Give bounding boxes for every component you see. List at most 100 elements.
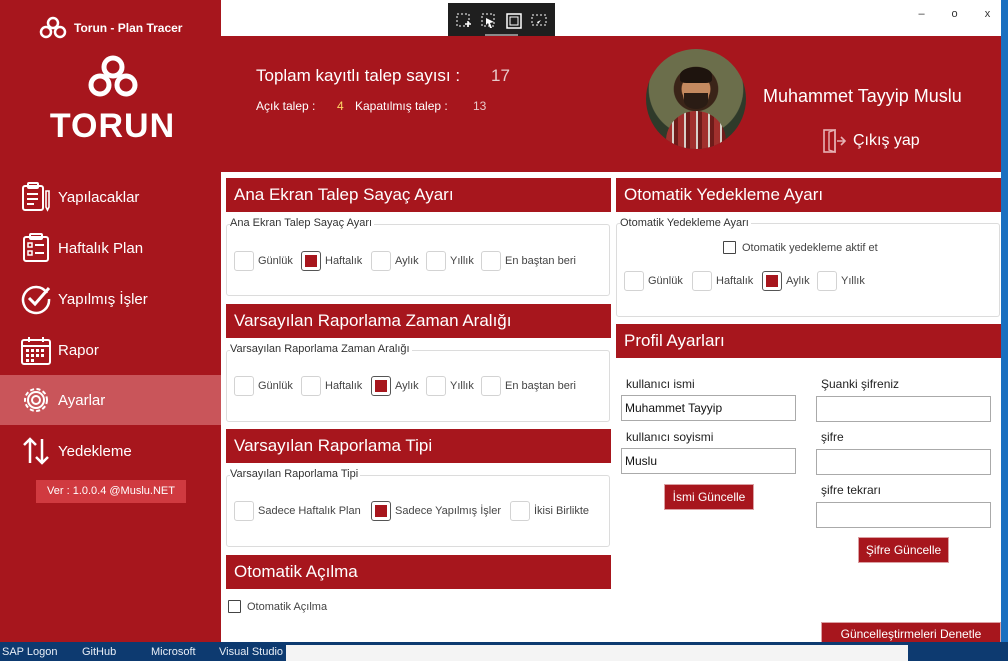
sidebar-item-yedekleme[interactable]: Yedekleme — [0, 426, 221, 476]
checkbox[interactable] — [481, 376, 501, 396]
new-snip-icon[interactable] — [455, 12, 473, 30]
report-range-option-all-time[interactable]: En baştan beri — [481, 376, 576, 396]
option-label: Aylık — [395, 380, 419, 392]
report-type-group-label: Varsayılan Raporlama Tipi — [230, 468, 361, 480]
version-badge: Ver : 1.0.0.4 @Muslu.NET — [36, 480, 186, 503]
counter-option-monthly[interactable]: Aylık — [371, 251, 419, 271]
backup-option-daily[interactable]: Günlük — [624, 271, 683, 291]
up-down-arrows-icon — [23, 437, 49, 465]
password-repeat-field[interactable] — [816, 502, 991, 528]
backup-option-weekly[interactable]: Haftalık — [692, 271, 753, 291]
report-range-option-monthly[interactable]: Aylık — [371, 376, 419, 396]
checkbox[interactable] — [817, 271, 837, 291]
report-type-option-done-work[interactable]: Sadece Yapılmış İşler — [371, 501, 501, 521]
logout-button[interactable]: Çıkış yap — [821, 128, 920, 154]
counter-settings-group-label: Ana Ekran Talep Sayaç Ayarı — [230, 217, 375, 229]
sidebar-item-yapilmis-isler[interactable]: Yapılmış İşler — [0, 274, 221, 324]
window-snip-icon[interactable] — [505, 12, 523, 30]
desktop-background-edge — [1001, 0, 1008, 661]
freeform-snip-icon[interactable] — [480, 12, 498, 30]
update-name-button[interactable]: İsmi Güncelle — [664, 484, 754, 510]
first-name-label: kullanıcı ismi — [626, 377, 695, 391]
backup-option-monthly[interactable]: Aylık — [762, 271, 810, 291]
total-requests-label: Toplam kayıtlı talep sayısı : — [256, 66, 461, 85]
brand-logo: TORUN — [40, 54, 185, 146]
close-button[interactable]: x — [971, 8, 1001, 20]
checkbox[interactable] — [510, 501, 530, 521]
checkbox[interactable] — [228, 600, 241, 613]
app-window: Torun - Plan Tracer TORUN Yapılacaklar H… — [0, 0, 1001, 648]
backup-option-yearly[interactable]: Yıllık — [817, 271, 865, 291]
checkbox[interactable] — [723, 241, 736, 254]
counter-option-weekly[interactable]: Haftalık — [301, 251, 362, 271]
torun-logo-icon — [88, 55, 137, 97]
option-label: Haftalık — [325, 380, 363, 392]
checkbox[interactable] — [692, 271, 712, 291]
closed-requests-value: 13 — [473, 99, 487, 113]
sidebar-item-label: Rapor — [58, 341, 99, 359]
maximize-button[interactable]: o — [938, 8, 971, 20]
checkbox[interactable] — [481, 251, 501, 271]
calendar-icon — [21, 337, 51, 365]
window-controls: – o x — [905, 8, 1001, 20]
checkbox[interactable] — [301, 376, 321, 396]
backup-settings-group — [616, 223, 1000, 317]
profile-settings-title: Profil Ayarları — [616, 324, 1001, 358]
app-title: Torun - Plan Tracer — [74, 21, 183, 35]
checkbox[interactable] — [234, 251, 254, 271]
last-name-field[interactable] — [621, 448, 796, 474]
counter-option-all-time[interactable]: En baştan beri — [481, 251, 576, 271]
counter-option-yearly[interactable]: Yıllık — [426, 251, 474, 271]
backup-settings-group-label: Otomatik Yedekleme Ayarı — [620, 217, 751, 229]
report-range-option-weekly[interactable]: Haftalık — [301, 376, 362, 396]
checkbox-checked[interactable] — [301, 251, 321, 271]
sidebar-item-ayarlar[interactable]: Ayarlar — [0, 375, 221, 425]
counter-settings-title: Ana Ekran Talep Sayaç Ayarı — [226, 178, 611, 212]
backup-settings-title: Otomatik Yedekleme Ayarı — [616, 178, 1001, 212]
first-name-field[interactable] — [621, 395, 796, 421]
checkbox-checked[interactable] — [371, 501, 391, 521]
taskbar-item[interactable]: Visual Studio — [219, 646, 283, 658]
taskbar-item[interactable]: GitHub — [82, 646, 116, 658]
current-password-field[interactable] — [816, 396, 991, 422]
option-label: Sadece Haftalık Plan — [258, 505, 361, 517]
report-range-option-yearly[interactable]: Yıllık — [426, 376, 474, 396]
check-circle-icon — [21, 285, 51, 315]
sidebar-item-label: Yapılmış İşler — [58, 290, 148, 308]
checkbox[interactable] — [426, 376, 446, 396]
auto-open-option[interactable]: Otomatik Açılma — [228, 600, 327, 613]
minimize-button[interactable]: – — [905, 8, 938, 20]
checkbox[interactable] — [234, 376, 254, 396]
sidebar-item-rapor[interactable]: Rapor — [0, 325, 221, 375]
option-label: Günlük — [258, 380, 293, 392]
sidebar: Torun - Plan Tracer TORUN Yapılacaklar H… — [0, 0, 221, 648]
last-name-label: kullanıcı soyismi — [626, 430, 714, 444]
sidebar-item-yapilacaklar[interactable]: Yapılacaklar — [0, 172, 221, 222]
header: Toplam kayıtlı talep sayısı : 17 Açık ta… — [221, 36, 1001, 172]
option-label: En baştan beri — [505, 255, 576, 267]
checkbox-checked[interactable] — [762, 271, 782, 291]
update-password-button[interactable]: Şifre Güncelle — [858, 537, 949, 563]
report-type-option-both[interactable]: İkisi Birlikte — [510, 501, 589, 521]
brand-name: TORUN — [49, 107, 176, 145]
report-range-option-daily[interactable]: Günlük — [234, 376, 293, 396]
counter-option-daily[interactable]: Günlük — [234, 251, 293, 271]
checkbox[interactable] — [426, 251, 446, 271]
sidebar-item-label: Haftalık Plan — [58, 239, 144, 257]
report-type-option-weekly-plan[interactable]: Sadece Haftalık Plan — [234, 501, 361, 521]
password-field[interactable] — [816, 449, 991, 475]
checkbox[interactable] — [234, 501, 254, 521]
checkbox[interactable] — [371, 251, 391, 271]
report-type-title: Varsayılan Raporlama Tipi — [226, 429, 611, 463]
backup-active-option[interactable]: Otomatik yedekleme aktif et — [723, 241, 878, 254]
checkbox-checked[interactable] — [371, 376, 391, 396]
auto-open-title: Otomatik Açılma — [226, 555, 611, 589]
sidebar-item-haftalik-plan[interactable]: Haftalık Plan — [0, 223, 221, 273]
checkbox[interactable] — [624, 271, 644, 291]
option-label: Yıllık — [450, 380, 474, 392]
taskbar-item[interactable]: SAP Logon — [2, 646, 57, 658]
fullscreen-snip-icon[interactable] — [530, 12, 548, 30]
option-label: Günlük — [648, 275, 683, 287]
open-requests-label: Açık talep : — [256, 99, 316, 113]
taskbar-item[interactable]: Microsoft — [151, 646, 196, 658]
